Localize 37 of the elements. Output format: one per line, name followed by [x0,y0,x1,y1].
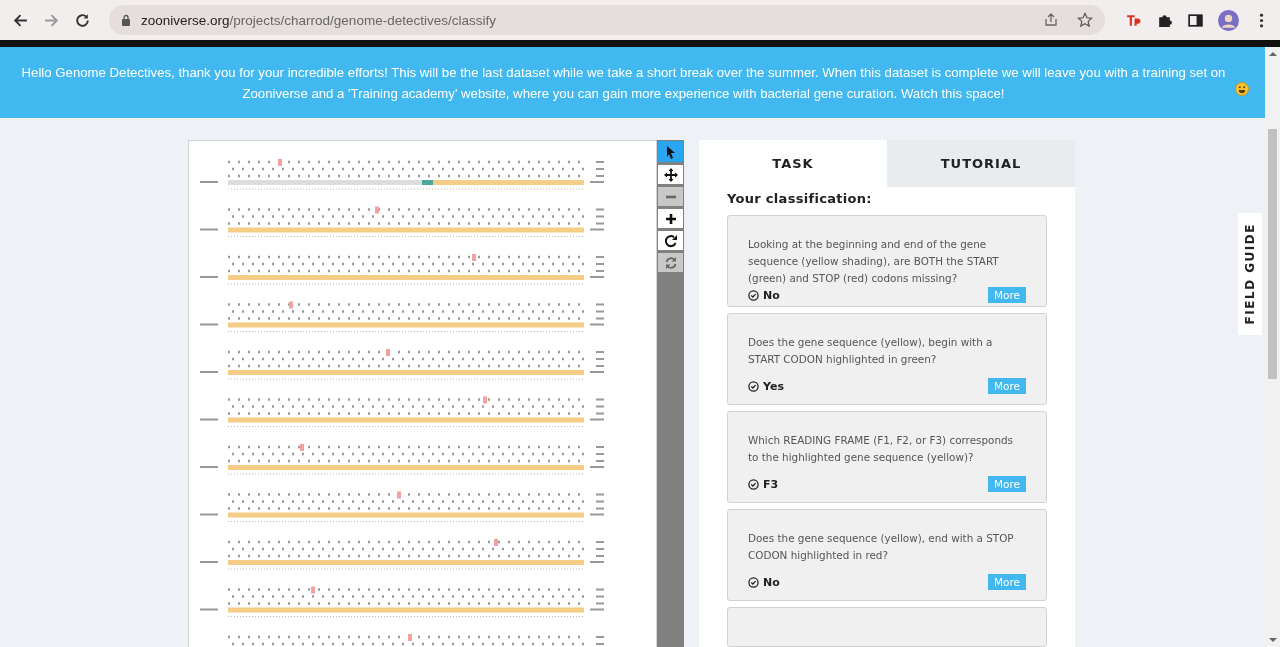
announcement-text: Hello Genome Detectives, thank you for your incredible efforts! This will be the last dataset while we take a short break over the summer. When this dataset is complete we will leave you with a training set on Zooniverse and a 'Training academy' website, where you can gain more experience with bacterial gene curation. Watch this space! [20,63,1227,103]
plus-icon [663,211,678,226]
check-circle-icon [748,478,759,490]
question-text: Does the gene sequence (yellow), begin with a START CODON highlighted in green? [748,335,994,367]
reload-icon[interactable] [74,11,91,29]
pointer-tool-button[interactable] [658,141,683,162]
smiley-icon [1235,82,1249,96]
lock-icon [121,14,131,26]
question-text: Does the gene sequence (yellow), end with a STOP CODON highlighted in red? [748,531,1015,563]
sidebar-toggle-icon[interactable] [1187,11,1204,29]
scroll-down-icon[interactable] [1268,637,1277,643]
scrollbar-thumb[interactable] [1268,129,1277,379]
check-circle-icon [748,576,759,588]
move-tool-button[interactable] [658,165,683,184]
answer-text: No [763,575,781,589]
scroll-up-icon[interactable] [1268,51,1277,57]
share-icon[interactable] [1043,12,1059,28]
profile-avatar-icon[interactable] [1218,9,1239,31]
question-text: Which READING FRAME (F1, F2, or F3) corresponds to the highlighted gene sequence (yellow)? [748,433,1015,465]
classification-heading: Your classification: [727,191,873,206]
zoom-in-tool-button[interactable] [658,209,683,228]
panel-tab[interactable]: TUTORIAL [887,140,1075,187]
question-text: Looking at the beginning and end of the gene sequence (yellow shading), are BOTH the START (green) and STOP (red) codons missing? [748,237,1000,286]
check-circle-icon [748,289,759,301]
reset-icon [663,255,678,270]
answer-text: F3 [763,477,780,491]
scrollbar[interactable] [1265,47,1280,647]
move-icon [663,167,678,182]
url-text: zooniverse.org/projects/charrod/genome-detectives/classify [141,12,497,28]
answer-text: Yes [763,379,785,393]
star-icon[interactable] [1077,12,1093,28]
address-bar[interactable]: zooniverse.org/projects/charrod/genome-detectives/classify [109,5,1105,35]
rotate-tool-button[interactable] [658,231,683,250]
answer-text: No [763,288,781,302]
field-guide-tab[interactable]: FIELD GUIDE [1238,213,1262,335]
check-circle-icon [748,380,759,392]
rotate-icon [663,233,678,248]
